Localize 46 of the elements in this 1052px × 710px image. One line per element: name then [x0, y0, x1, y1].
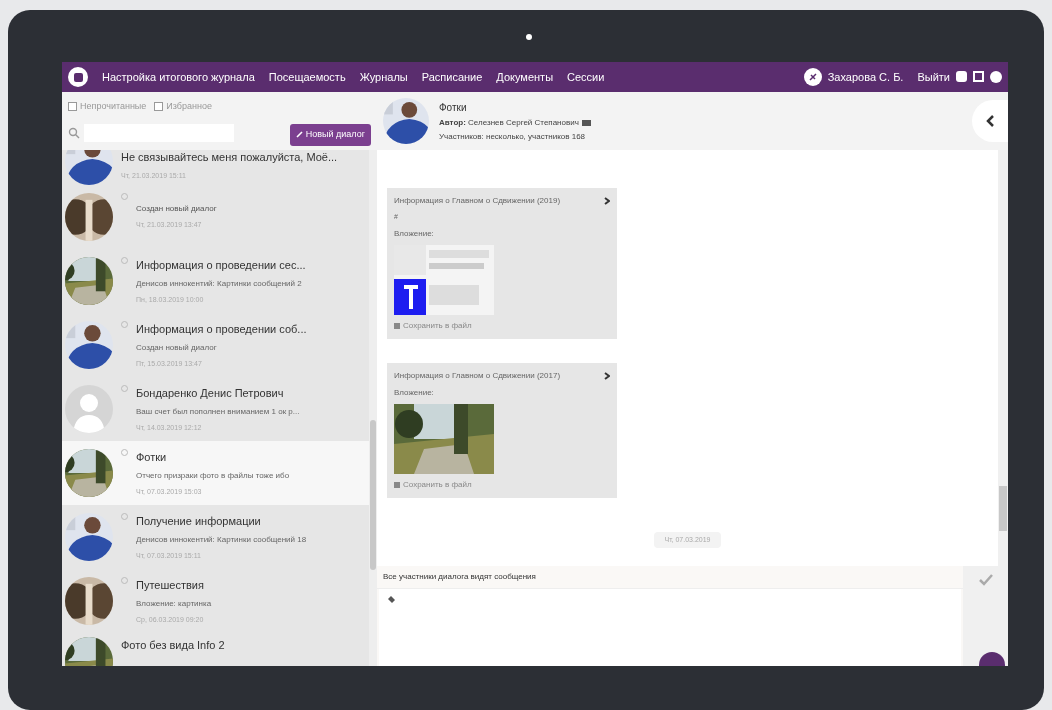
- checkmark-icon[interactable]: [978, 574, 993, 586]
- nav-link[interactable]: Сессии: [567, 68, 605, 86]
- attachment-label: Вложение:: [394, 227, 435, 240]
- dialog-title: Не связывайтесь меня пожалуйста, Моё...: [121, 150, 338, 165]
- user-silhouette-icon: [65, 385, 113, 433]
- scrollbar[interactable]: [369, 150, 377, 666]
- nav-link[interactable]: Журналы: [359, 68, 408, 86]
- message-title: Информация о Главном о Сдвижении (2017): [394, 369, 561, 382]
- send-button[interactable]: [978, 652, 1005, 666]
- attachment-label: Вложение:: [394, 386, 435, 399]
- dialog-title: Бондаренко Денис Петрович: [136, 385, 285, 401]
- dialog-preview: Вложение: картинка: [136, 598, 212, 610]
- save-icon[interactable]: [394, 481, 400, 488]
- nav-link[interactable]: Документы: [496, 68, 554, 86]
- dialog-title: Создан новый диалог: [136, 203, 217, 216]
- message-input[interactable]: [379, 589, 961, 666]
- save-icon[interactable]: [394, 322, 400, 329]
- dialog-preview: Создан новый диалог: [136, 342, 218, 354]
- chat-title: Фотки: [439, 100, 468, 115]
- logout-link[interactable]: Выйти: [917, 68, 950, 86]
- nav-link[interactable]: Посещаемость: [268, 68, 346, 86]
- dialog-preview: Ваш счет был пополнен вниманием 1 ок р...: [136, 406, 300, 418]
- dialog-title: Фото без вида Info 2: [121, 638, 225, 653]
- dialog-title: Получение информации: [136, 513, 262, 529]
- search-icon: [68, 126, 80, 139]
- dialog-preview: Денисов иннокентий: Картинки сообщений 2: [136, 278, 303, 290]
- new-dialog-button[interactable]: Новый диалог: [289, 123, 371, 146]
- dialog-title: Информация о проведении сес...: [136, 257, 306, 273]
- participants-text: Участников: несколько, участников 168: [439, 130, 587, 143]
- dialog-title: Информация о проведении соб...: [136, 321, 307, 337]
- dialog-preview: Денисов иннокентий: Картинки сообщений 18: [136, 534, 307, 546]
- user-avatar-icon: [803, 68, 822, 86]
- camera-icon: [526, 34, 532, 40]
- logo-icon: [68, 67, 88, 87]
- dialog-title: Фотки: [136, 449, 168, 465]
- dialog-preview: Отчего призраки фото в файлы тоже ибо: [136, 470, 290, 482]
- collapse-button[interactable]: [972, 100, 1008, 142]
- nav-link[interactable]: Настройка итогового журнала: [102, 68, 255, 86]
- chevron-left-icon: [986, 115, 994, 127]
- dialog-title: Путешествия: [136, 577, 205, 593]
- author-text: Автор: Селезнев Сергей Степанович: [439, 116, 579, 129]
- checkbox[interactable]: [68, 102, 77, 112]
- user-name[interactable]: Захарова С. Б.: [827, 68, 904, 86]
- message-title: Информация о Главном о Сдвижении (2019): [394, 195, 561, 207]
- pencil-icon: [295, 131, 303, 138]
- nav-link[interactable]: Расписание: [421, 68, 483, 86]
